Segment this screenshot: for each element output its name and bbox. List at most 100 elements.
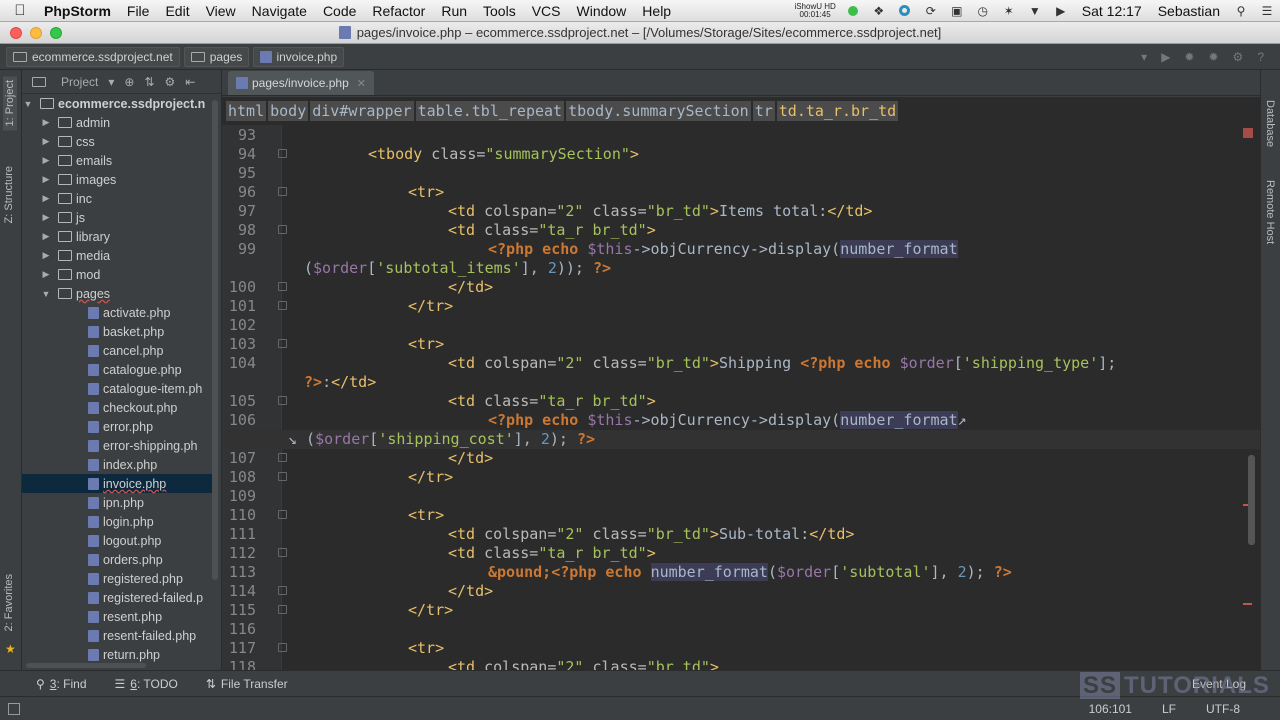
volume-icon[interactable]: ▶	[1051, 4, 1071, 18]
tree-folder-pages[interactable]: ▼ pages	[22, 284, 212, 303]
breadcrumb-tbody[interactable]: tbody.summarySection	[566, 101, 751, 121]
menu-app[interactable]: PhpStorm	[40, 3, 119, 19]
tree-folder[interactable]: ▶ css	[22, 132, 212, 151]
code-line[interactable]: ($order['subtotal_items'], 2)); ?>	[222, 259, 1260, 278]
breadcrumb-table[interactable]: table.tbl_repeat	[415, 101, 565, 121]
tree-file[interactable]: resent.php	[22, 607, 212, 626]
file-encoding[interactable]: UTF-8	[1206, 702, 1240, 716]
breadcrumb-div[interactable]: div#wrapper	[310, 101, 414, 121]
breadcrumb-td[interactable]: td.ta_r.br_td	[776, 101, 899, 121]
bluetooth-icon[interactable]: ✶	[999, 4, 1019, 18]
coverage-icon[interactable]: ✹	[1208, 50, 1218, 64]
settings-icon[interactable]: ⚙	[1233, 50, 1244, 64]
gear-icon[interactable]: ⚙	[165, 75, 176, 89]
tree-file[interactable]: ipn.php	[22, 493, 212, 512]
code-line[interactable]: 105 <td class="ta_r br_td">	[222, 392, 1260, 411]
code-line[interactable]: 114 </td>	[222, 582, 1260, 601]
window-close-button[interactable]	[10, 27, 22, 39]
code-line[interactable]: 99 <?php echo $this->objCurrency->display…	[222, 240, 1260, 259]
run-config-dropdown-icon[interactable]: ▾	[1141, 50, 1147, 64]
code-line[interactable]: 106 <?php echo $this->objCurrency->displa…	[222, 411, 1260, 430]
showu-indicator[interactable]: iShowU HD 00:01:45	[794, 2, 835, 19]
menu-code[interactable]: Code	[315, 3, 364, 19]
fold-icon[interactable]	[278, 586, 287, 595]
project-view-dropdown[interactable]: Project	[61, 75, 98, 89]
tree-file[interactable]: orders.php	[22, 550, 212, 569]
tree-file[interactable]: error-shipping.ph	[22, 436, 212, 455]
tree-file[interactable]: return.php	[22, 645, 212, 664]
apple-icon[interactable]: 	[0, 2, 40, 19]
chevron-right-icon[interactable]: ▶	[40, 250, 52, 261]
menu-navigate[interactable]: Navigate	[244, 3, 315, 19]
time-machine-icon[interactable]: ◷	[973, 4, 993, 18]
code-line[interactable]: 104 <td colspan="2" class="br_td">Shippin…	[222, 354, 1260, 373]
todo-tool-button[interactable]: ☰ 6: TODO	[115, 677, 178, 691]
fold-icon[interactable]	[278, 548, 287, 557]
chevron-right-icon[interactable]: ▶	[40, 174, 52, 185]
find-tool-button[interactable]: ⚲ 3: Find	[36, 677, 87, 691]
tree-file[interactable]: checkout.php	[22, 398, 212, 417]
code-line[interactable]: 117 <tr>	[222, 639, 1260, 658]
fold-icon[interactable]	[278, 643, 287, 652]
code-line[interactable]: 100 </td>	[222, 278, 1260, 297]
favorites-tool-tab[interactable]: 2: Favorites	[3, 574, 15, 631]
code-line[interactable]: 112 <td class="ta_r br_td">	[222, 544, 1260, 563]
chevron-right-icon[interactable]: ▶	[40, 136, 52, 147]
structure-tool-tab[interactable]: Z: Structure	[3, 166, 15, 223]
menu-run[interactable]: Run	[433, 3, 475, 19]
fold-icon[interactable]	[278, 605, 287, 614]
tree-folder[interactable]: ▶ media	[22, 246, 212, 265]
code-line[interactable]: 97 <td colspan="2" class="br_td">Items to…	[222, 202, 1260, 221]
code-line[interactable]: 116	[222, 620, 1260, 639]
status-circle-icon[interactable]	[895, 4, 915, 18]
notification-list-icon[interactable]: ☰	[1257, 4, 1277, 18]
chevron-down-icon[interactable]: ▾	[108, 75, 114, 89]
code-line[interactable]: 94 <tbody class="summarySection">	[222, 145, 1260, 164]
chevron-right-icon[interactable]: ▶	[40, 117, 52, 128]
file-transfer-tool-button[interactable]: ⇅ File Transfer	[206, 677, 288, 691]
nav-crumb-file[interactable]: invoice.php	[253, 46, 345, 67]
tree-file[interactable]: catalogue-item.ph	[22, 379, 212, 398]
menu-help[interactable]: Help	[634, 3, 679, 19]
clock[interactable]: Sat 12:17	[1074, 3, 1150, 19]
tree-file[interactable]: basket.php	[22, 322, 212, 341]
spotlight-search-icon[interactable]: ⚲	[1231, 4, 1251, 18]
editor-vertical-scrollbar[interactable]	[1248, 455, 1255, 545]
chevron-down-icon[interactable]: ▼	[22, 99, 34, 109]
code-line-current[interactable]: ↘ ($order['shipping_cost'], 2); ?>	[222, 430, 1260, 449]
menu-tools[interactable]: Tools	[475, 3, 524, 19]
tree-file[interactable]: cancel.php	[22, 341, 212, 360]
code-line[interactable]: 95	[222, 164, 1260, 183]
code-line[interactable]: 110 <tr>	[222, 506, 1260, 525]
code-line[interactable]: 93	[222, 126, 1260, 145]
fold-icon[interactable]	[278, 225, 287, 234]
target-icon[interactable]: ⊕	[124, 75, 134, 89]
fold-icon[interactable]	[278, 149, 287, 158]
code-line[interactable]: 103 <tr>	[222, 335, 1260, 354]
tree-file[interactable]: registered.php	[22, 569, 212, 588]
fold-icon[interactable]	[278, 453, 287, 462]
user-name[interactable]: Sebastian	[1150, 3, 1228, 19]
breadcrumb-body[interactable]: body	[268, 101, 309, 121]
code-line[interactable]: 115 </tr>	[222, 601, 1260, 620]
fold-icon[interactable]	[278, 282, 287, 291]
window-minimize-button[interactable]	[30, 27, 42, 39]
project-vertical-scrollbar[interactable]	[212, 100, 218, 580]
tree-root[interactable]: ▼ ecommerce.ssdproject.n	[22, 94, 212, 113]
nav-crumb-project[interactable]: ecommerce.ssdproject.net	[6, 46, 180, 67]
line-separator[interactable]: LF	[1162, 702, 1176, 716]
tree-file[interactable]: login.php	[22, 512, 212, 531]
toggle-tool-windows-icon[interactable]	[8, 702, 20, 715]
menu-vcs[interactable]: VCS	[524, 3, 569, 19]
fold-icon[interactable]	[278, 339, 287, 348]
window-maximize-button[interactable]	[50, 27, 62, 39]
fold-icon[interactable]	[278, 396, 287, 405]
fold-icon[interactable]	[278, 510, 287, 519]
remote-host-tool-tab[interactable]: Remote Host	[1264, 180, 1276, 244]
database-tool-tab[interactable]: Database	[1264, 100, 1276, 147]
menu-refactor[interactable]: Refactor	[364, 3, 433, 19]
code-line[interactable]: 101 </tr>	[222, 297, 1260, 316]
dropbox-icon[interactable]: ❖	[869, 4, 889, 18]
wifi-icon[interactable]: ▼	[1025, 4, 1045, 18]
code-line[interactable]: 109	[222, 487, 1260, 506]
